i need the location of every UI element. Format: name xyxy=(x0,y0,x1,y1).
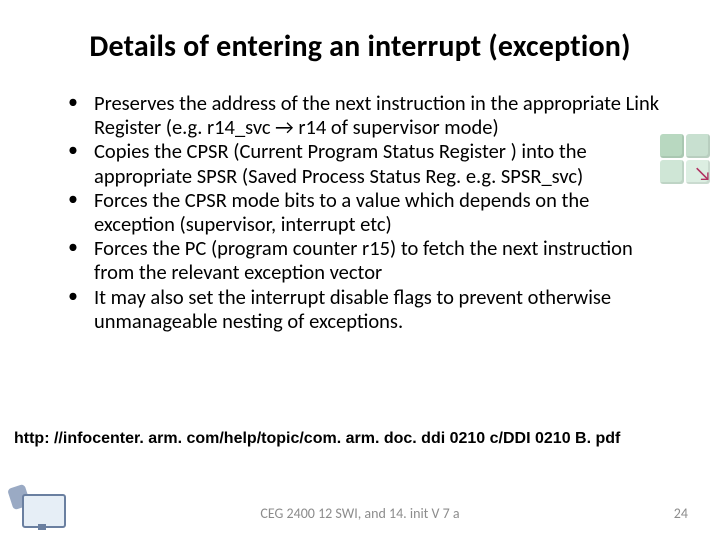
list-item: Forces the CPSR mode bits to a value whi… xyxy=(60,188,660,236)
puzzle-arrow-icon xyxy=(656,130,714,188)
footer-center-text: CEG 2400 12 SWI, and 14. init V 7 a xyxy=(0,505,720,522)
list-item: It may also set the interrupt disable fl… xyxy=(60,285,660,333)
page-number: 24 xyxy=(674,505,688,522)
list-item: Preserves the address of the next instru… xyxy=(60,91,660,139)
reference-url: http: //infocenter. arm. com/help/topic/… xyxy=(14,430,620,448)
slide-title: Details of entering an interrupt (except… xyxy=(0,0,720,73)
list-item: Copies the CPSR (Current Program Status … xyxy=(60,139,660,187)
slide: Details of entering an interrupt (except… xyxy=(0,0,720,540)
bullet-list: Preserves the address of the next instru… xyxy=(60,91,660,333)
list-item: Forces the PC (program counter r15) to f… xyxy=(60,236,660,284)
